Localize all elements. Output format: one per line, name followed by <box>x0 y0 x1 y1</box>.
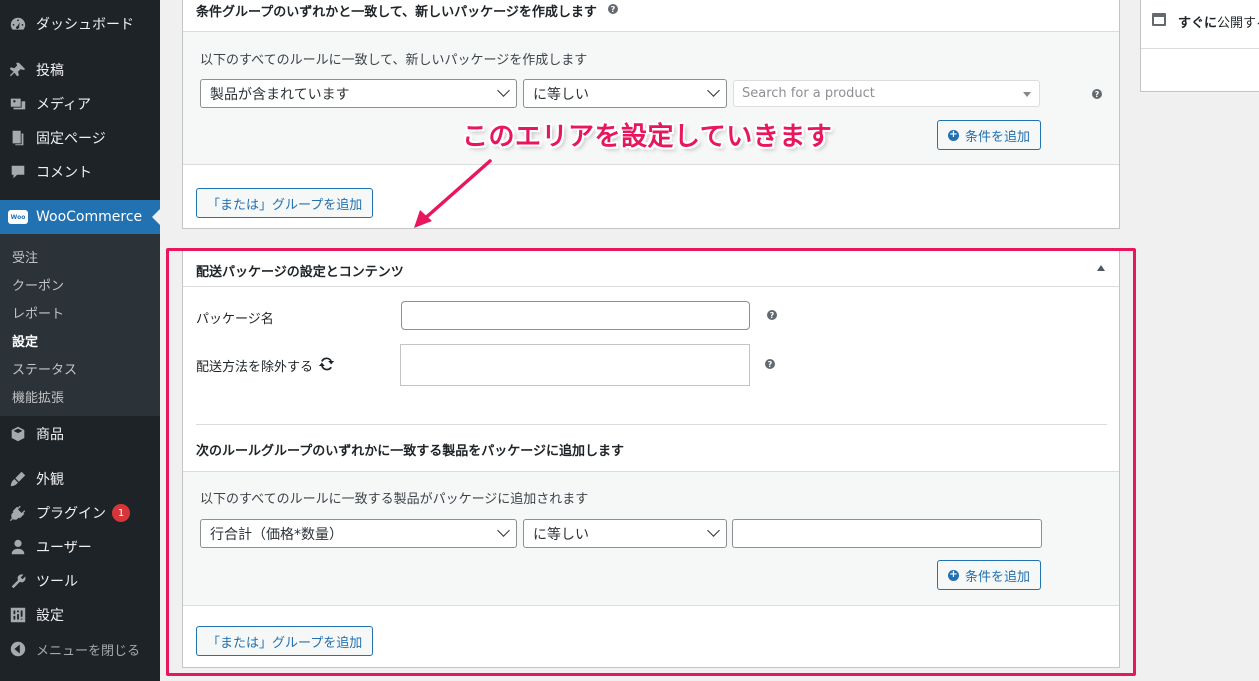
operator-value: に等しい <box>533 86 589 103</box>
publish-row: すぐに公開する <box>1141 0 1259 49</box>
sidebar-item-label: ツール <box>36 574 78 590</box>
product-search-select[interactable]: Search for a product <box>733 80 1040 107</box>
collapse-icon <box>0 640 36 658</box>
sidebar-item-products[interactable]: 商品 <box>0 417 160 451</box>
settings-icon <box>0 606 36 624</box>
sidebar-item-label: 商品 <box>36 427 64 443</box>
condition-type-value: 製品が含まれています <box>210 86 350 103</box>
woo-icon: Woo <box>0 210 36 224</box>
sidebar-item-plugins[interactable]: プラグイン 1 <box>0 496 160 530</box>
condition-groups-panel: 条件グループのいずれかと一致して、新しいパッケージを作成します ? 以下のすべて… <box>182 0 1120 229</box>
publish-timing: すぐに公開する <box>1178 12 1259 31</box>
operator-select[interactable]: に等しい <box>523 79 727 108</box>
help-icon[interactable]: ? <box>608 4 618 14</box>
sidebar-item-pages[interactable]: 固定ページ <box>0 121 160 155</box>
condition-groups-header: 条件グループのいずれかと一致して、新しいパッケージを作成します <box>196 5 597 20</box>
rule-group-intro: 以下のすべてのルールに一致して、新しいパッケージを作成します <box>200 53 588 68</box>
sidebar-item-label: WooCommerce <box>36 209 143 225</box>
media-icon <box>0 95 36 113</box>
sidebar-item-media[interactable]: メディア <box>0 87 160 121</box>
sidebar-item-label: ユーザー <box>36 540 92 556</box>
plugin-icon <box>0 504 36 522</box>
sidebar-item-label: コメント <box>36 165 92 181</box>
sidebar-item-dashboard[interactable]: ダッシュボード <box>0 7 160 41</box>
admin-sidebar: ダッシュボード 投稿 メディア 固定ページ コメント Woo WooCommer… <box>0 0 160 681</box>
add-or-group-label: 「または」グループを追加 <box>207 197 363 213</box>
calendar-icon <box>1152 13 1166 26</box>
publish-timing-rest: 公開する <box>1217 16 1259 31</box>
sidebar-item-label: メディア <box>36 97 92 113</box>
plugin-update-badge: 1 <box>112 504 130 522</box>
collapse-menu-button[interactable]: メニューを閉じる <box>0 632 160 666</box>
publish-box: すぐに公開する <box>1140 0 1259 92</box>
sidebar-item-label: プラグイン <box>36 506 106 522</box>
woocommerce-submenu: 受注 クーポン レポート 設定 ステータス 機能拡張 <box>0 234 160 416</box>
highlight-frame <box>166 248 1136 676</box>
sidebar-item-label: 固定ページ <box>36 131 106 147</box>
product-search-placeholder: Search for a product <box>742 86 875 101</box>
chevron-down-icon <box>707 84 720 97</box>
sidebar-item-comments[interactable]: コメント <box>0 155 160 189</box>
sidebar-item-label: ダッシュボード <box>36 17 134 33</box>
add-condition-label: 条件を追加 <box>965 129 1031 145</box>
sidebar-item-users[interactable]: ユーザー <box>0 530 160 564</box>
user-icon <box>0 538 36 556</box>
submenu-item-status[interactable]: ステータス <box>12 359 77 378</box>
brush-icon <box>0 470 36 488</box>
submenu-item-extensions[interactable]: 機能拡張 <box>12 387 64 406</box>
sidebar-item-settings[interactable]: 設定 <box>0 598 160 632</box>
condition-type-select[interactable]: 製品が含まれています <box>200 79 517 108</box>
add-condition-button[interactable]: + 条件を追加 <box>937 120 1042 150</box>
sidebar-item-label: メニューを閉じる <box>36 643 141 659</box>
publish-timing-bold: すぐに <box>1178 16 1218 31</box>
plus-circle-icon: + <box>948 129 959 141</box>
chevron-down-icon <box>497 84 510 97</box>
dropdown-arrow-icon <box>1023 92 1031 97</box>
sidebar-item-label: 外観 <box>36 472 64 488</box>
submenu-item-coupons[interactable]: クーポン <box>12 275 64 294</box>
sidebar-item-label: 設定 <box>36 608 64 624</box>
submenu-item-reports[interactable]: レポート <box>12 303 64 322</box>
sidebar-item-posts[interactable]: 投稿 <box>0 53 160 87</box>
comment-icon <box>0 163 36 181</box>
annotation-label: このエリアを設定していきます <box>462 122 833 152</box>
arrow-icon <box>414 159 492 228</box>
sidebar-item-woocommerce[interactable]: Woo WooCommerce <box>0 200 160 234</box>
box-icon <box>0 425 36 443</box>
submenu-item-settings[interactable]: 設定 <box>12 331 38 350</box>
dashboard-icon <box>0 15 36 33</box>
page-icon <box>0 129 36 147</box>
pin-icon <box>0 61 36 79</box>
wrench-icon <box>0 572 36 590</box>
sidebar-item-tools[interactable]: ツール <box>0 564 160 598</box>
help-icon[interactable]: ? <box>1092 89 1102 99</box>
sidebar-item-appearance[interactable]: 外観 <box>0 462 160 496</box>
woo-logo: Woo <box>8 210 28 224</box>
add-or-group-button[interactable]: 「または」グループを追加 <box>196 188 374 218</box>
sidebar-item-label: 投稿 <box>36 63 64 79</box>
submenu-item-orders[interactable]: 受注 <box>12 247 38 266</box>
